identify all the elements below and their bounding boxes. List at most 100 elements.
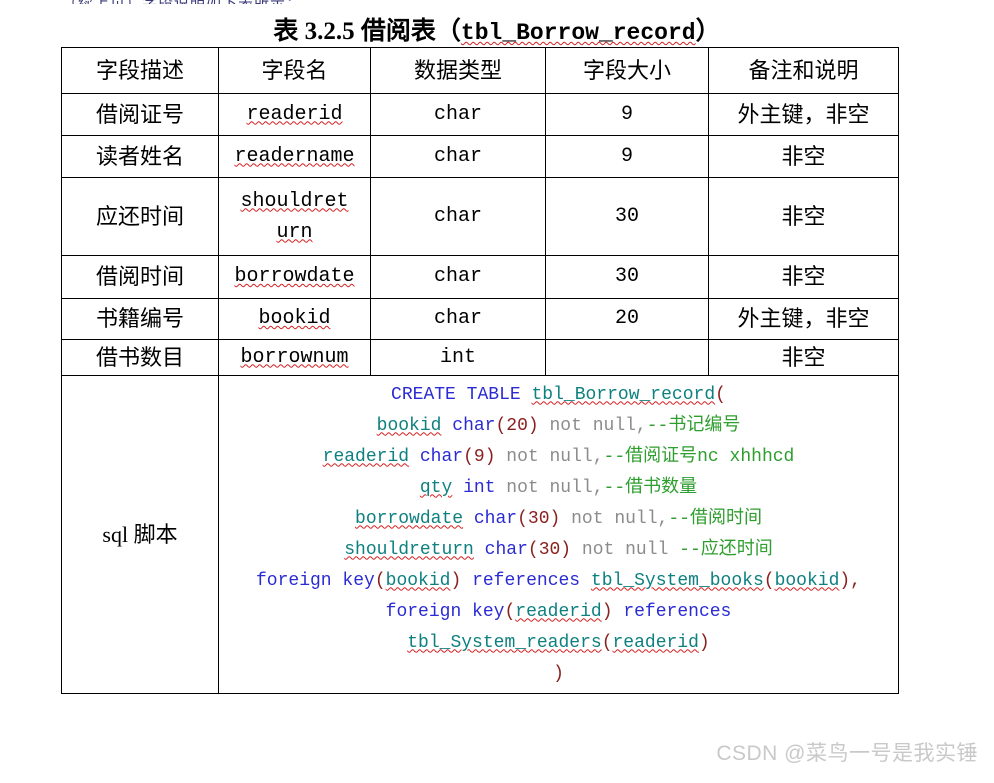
- sql-token: (: [715, 384, 726, 405]
- sql-script-cell: CREATE TABLE tbl_Borrow_record(bookid ch…: [218, 375, 899, 694]
- sql-token: char: [419, 446, 464, 467]
- cell-field-text: shouldreturn: [240, 189, 349, 244]
- cell-type: char: [370, 298, 546, 340]
- table-row: 读者姓名 readername char 9 非空: [61, 135, 899, 178]
- cell-note: 外主键，非空: [708, 93, 899, 136]
- sql-token: bookid: [385, 570, 451, 591]
- sql-token: char: [452, 415, 496, 436]
- sql-token: (20): [495, 415, 539, 436]
- sql-line-4: qty int not null,--借书数量: [219, 473, 898, 504]
- cell-desc: 借阅证号: [61, 93, 219, 136]
- sql-token: tbl_Borrow_record: [531, 384, 716, 405]
- sql-token: (: [601, 632, 613, 653]
- cell-type: char: [370, 93, 546, 136]
- sql-token: readerid: [515, 601, 602, 622]
- sql-token: bookid: [774, 570, 840, 591]
- cell-field: readername: [218, 135, 371, 178]
- sql-token: ): [450, 570, 462, 591]
- sql-token: not null: [571, 539, 680, 560]
- sql-script-row: sql 脚本 CREATE TABLE tbl_Borrow_record(bo…: [61, 375, 899, 694]
- sql-token: (30): [527, 539, 572, 560]
- sql-token: --借阅证号nc xhhhcd: [603, 446, 795, 467]
- sql-line-3: readerid char(9) not null,--借阅证号nc xhhhc…: [219, 442, 898, 473]
- table-row: 借阅证号 readerid char 9 外主键，非空: [61, 93, 899, 136]
- column-header-type: 数据类型: [370, 47, 546, 94]
- table-header-row: 字段描述 字段名 数据类型 字段大小 备注和说明: [61, 47, 899, 94]
- title-table-name: tbl_Borrow_record: [460, 20, 696, 46]
- sql-token: CREATE TABLE: [391, 384, 532, 405]
- cell-field: borrownum: [218, 339, 371, 376]
- sql-token: --书记编号: [646, 415, 741, 436]
- sql-token: ): [698, 632, 710, 653]
- cell-type: int: [370, 339, 546, 376]
- sql-line-7: foreign key(bookid) references tbl_Syste…: [219, 566, 898, 597]
- sql-code-block: CREATE TABLE tbl_Borrow_record(bookid ch…: [219, 380, 898, 690]
- sql-token: (9): [463, 446, 496, 467]
- sql-token: not null,: [495, 446, 604, 467]
- sql-token: --应还时间: [679, 539, 773, 560]
- sql-token: shouldreturn: [344, 539, 474, 560]
- sql-token: readerid: [322, 446, 410, 467]
- cell-note: 非空: [708, 339, 899, 376]
- sql-token: foreign key: [385, 601, 505, 622]
- table-row: 借阅时间 borrowdate char 30 非空: [61, 255, 899, 299]
- field-spec-table: 字段描述 字段名 数据类型 字段大小 备注和说明 借阅证号 readerid c…: [61, 47, 899, 694]
- sql-token: ): [553, 663, 564, 684]
- sql-token: not null,: [560, 508, 669, 529]
- sql-token: readerid: [612, 632, 699, 653]
- sql-token: ): [601, 601, 613, 622]
- sql-token: char: [473, 508, 518, 529]
- sql-token: (: [763, 570, 775, 591]
- cell-field: borrowdate: [218, 255, 371, 299]
- sql-token: char: [484, 539, 528, 560]
- sql-token: references: [623, 601, 732, 622]
- cell-field: bookid: [218, 298, 371, 340]
- sql-token: (30): [517, 508, 561, 529]
- sql-token: (: [504, 601, 516, 622]
- sql-token: int: [463, 477, 496, 498]
- cell-field: readerid: [218, 93, 371, 136]
- cell-desc: 读者姓名: [61, 135, 219, 178]
- cell-note: 非空: [708, 177, 899, 256]
- sql-line-1: CREATE TABLE tbl_Borrow_record(: [219, 380, 898, 411]
- sql-line-6: shouldreturn char(30) not null --应还时间: [219, 535, 898, 566]
- sql-token: tbl_System_books: [590, 570, 764, 591]
- cell-note: 非空: [708, 255, 899, 299]
- sql-line-8: foreign key(readerid) references: [219, 597, 898, 628]
- column-header-field: 字段名: [218, 47, 371, 94]
- column-header-note: 备注和说明: [708, 47, 899, 94]
- sql-token: not null,: [538, 415, 647, 436]
- cell-size: [545, 339, 709, 376]
- cell-size: 20: [545, 298, 709, 340]
- cell-size: 30: [545, 255, 709, 299]
- sql-line-5: borrowdate char(30) not null,--借阅时间: [219, 504, 898, 535]
- cell-size: 9: [545, 135, 709, 178]
- column-header-size: 字段大小: [545, 47, 709, 94]
- cell-desc: 借阅时间: [61, 255, 219, 299]
- cell-note: 非空: [708, 135, 899, 178]
- sql-line-2: bookid char(20) not null,--书记编号: [219, 411, 898, 442]
- title-prefix: 表 3.2.5 借阅表（: [273, 18, 461, 45]
- cell-note: 外主键，非空: [708, 298, 899, 340]
- cut-off-previous-line: （续上页）字段说明如下表所示：: [62, 0, 382, 4]
- cell-size: 30: [545, 177, 709, 256]
- sql-token: (: [374, 570, 386, 591]
- sql-token: ),: [839, 570, 861, 591]
- cell-type: char: [370, 177, 546, 256]
- sql-token: borrowdate: [355, 508, 464, 529]
- table-body: 字段描述 字段名 数据类型 字段大小 备注和说明 借阅证号 readerid c…: [61, 47, 899, 694]
- sql-line-9: tbl_System_readers(readerid): [219, 628, 898, 659]
- sql-token: --借书数量: [603, 477, 698, 498]
- page-title: 表 3.2.5 借阅表（tbl_Borrow_record）: [0, 11, 994, 47]
- sql-line-10: ): [219, 659, 898, 690]
- cell-type: char: [370, 255, 546, 299]
- cell-type: char: [370, 135, 546, 178]
- sql-token: not null,: [495, 477, 604, 498]
